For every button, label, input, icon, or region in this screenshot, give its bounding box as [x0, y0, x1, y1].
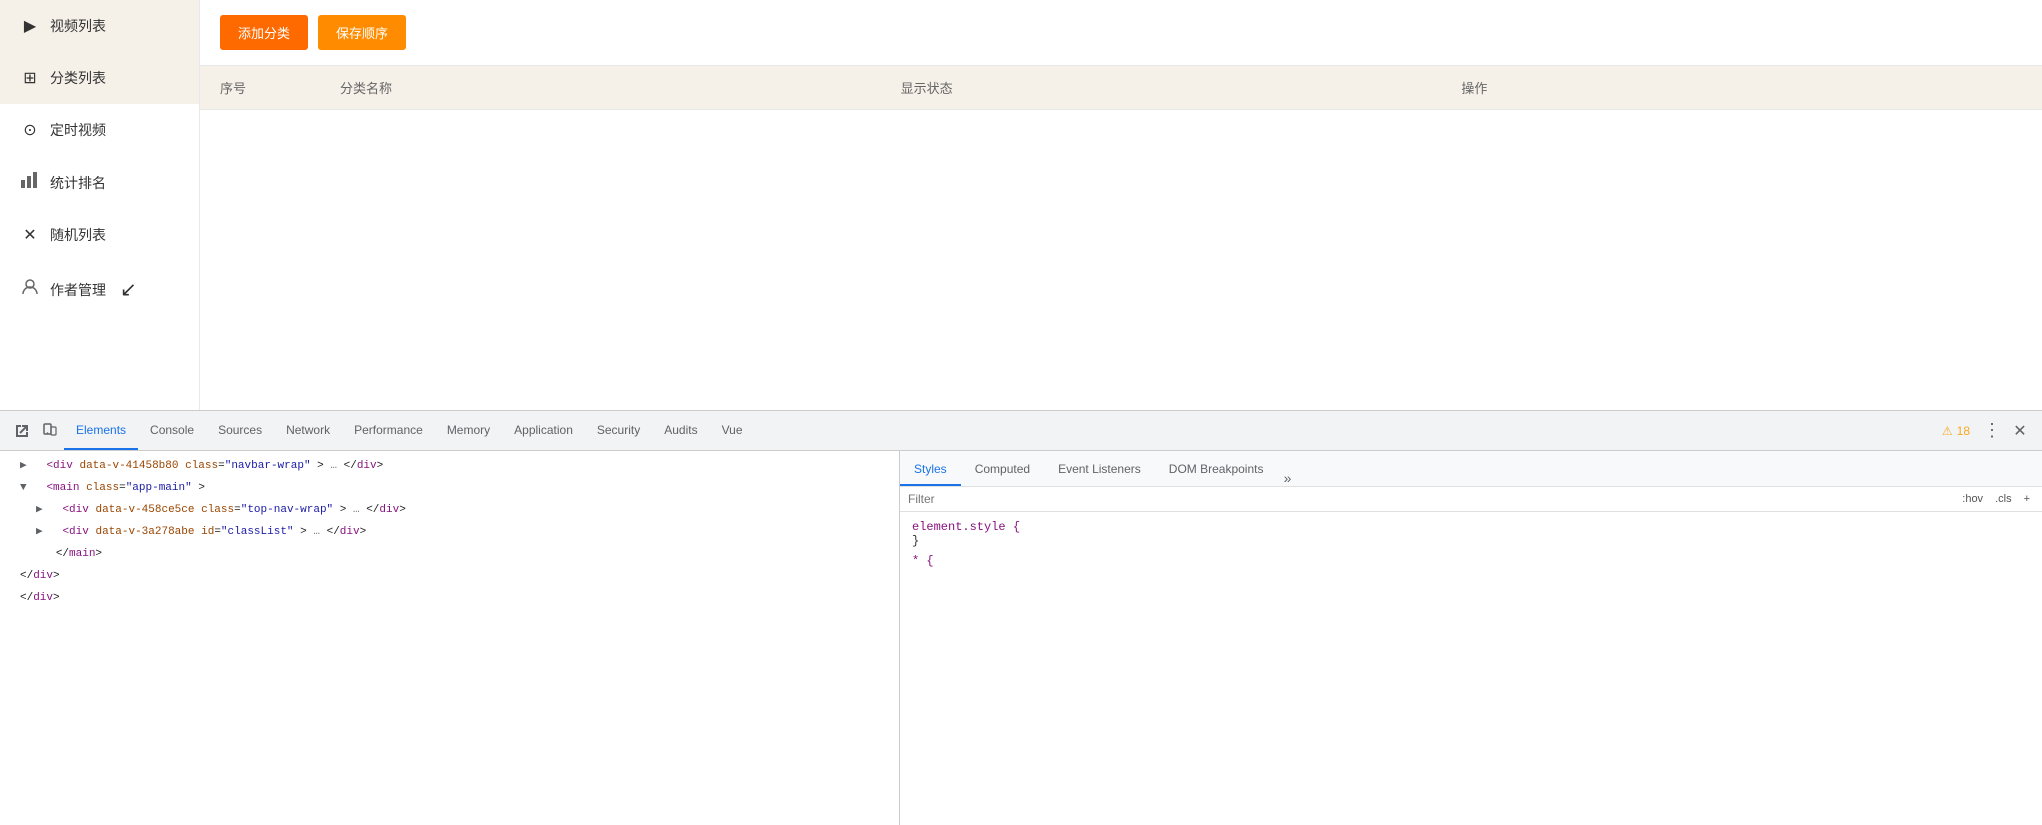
add-style-button[interactable]: +	[2020, 491, 2034, 507]
sidebar-item-author-manage[interactable]: 作者管理 ↙	[0, 261, 199, 318]
author-manage-icon	[20, 278, 40, 301]
sidebar-item-stats-ranking[interactable]: 统计排名	[0, 156, 199, 209]
video-list-icon: ▶	[20, 16, 40, 36]
sidebar: ▶ 视频列表 ⊞ 分类列表 ⊙ 定时视频 统计排名 ✕ 随机列表	[0, 0, 200, 410]
sidebar-item-label: 作者管理	[50, 280, 106, 300]
hov-button[interactable]: :hov	[1958, 491, 1987, 507]
col-header-status: 显示状态	[901, 78, 1462, 97]
styles-tab-dom-breakpoints[interactable]: DOM Breakpoints	[1155, 454, 1278, 486]
col-header-name: 分类名称	[340, 78, 901, 97]
style-rule-element: element.style { }	[912, 520, 2030, 548]
styles-content: element.style { } * {	[900, 512, 2042, 582]
tab-elements[interactable]: Elements	[64, 411, 138, 450]
random-list-icon: ✕	[20, 225, 40, 245]
devtools-panel: Elements Console Sources Network Perform…	[0, 410, 2042, 825]
styles-panel-expand-button[interactable]: »	[1277, 470, 1297, 486]
sidebar-item-category-list[interactable]: ⊞ 分类列表	[0, 52, 199, 104]
col-header-serial: 序号	[220, 78, 340, 97]
styles-panel: Styles Computed Event Listeners DOM Brea…	[900, 451, 2042, 825]
cls-button[interactable]: .cls	[1991, 491, 2016, 507]
html-line[interactable]: </div>	[0, 587, 899, 609]
main-content: 添加分类 保存顺序 序号 分类名称 显示状态 操作	[200, 0, 2042, 410]
sidebar-item-random-list[interactable]: ✕ 随机列表	[0, 209, 199, 261]
tab-vue[interactable]: Vue	[710, 411, 755, 450]
tab-security[interactable]: Security	[585, 411, 652, 450]
html-line[interactable]: </main>	[0, 543, 899, 565]
styles-tab-styles[interactable]: Styles	[900, 454, 961, 486]
tab-performance[interactable]: Performance	[342, 411, 435, 450]
tab-memory[interactable]: Memory	[435, 411, 502, 450]
html-line[interactable]: ▶ <div data-v-458ce5ce class="top-nav-wr…	[0, 499, 899, 521]
devtools-inspect-button[interactable]	[8, 417, 36, 445]
tab-audits[interactable]: Audits	[652, 411, 709, 450]
tab-console[interactable]: Console	[138, 411, 206, 450]
col-header-action: 操作	[1461, 78, 2022, 97]
cursor: ↙	[120, 277, 137, 302]
html-line[interactable]: ▼ <main class="app-main" >	[0, 477, 899, 499]
devtools-tabs-bar: Elements Console Sources Network Perform…	[0, 411, 2042, 451]
devtools-device-button[interactable]	[36, 417, 64, 445]
toolbar: 添加分类 保存顺序	[200, 0, 2042, 66]
sidebar-item-label: 分类列表	[50, 68, 106, 88]
warning-badge: ⚠ 18	[1942, 424, 1970, 438]
html-line[interactable]: </div>	[0, 565, 899, 587]
html-line[interactable]: ▶ <div data-v-41458b80 class="navbar-wra…	[0, 455, 899, 477]
styles-tab-event-listeners[interactable]: Event Listeners	[1044, 454, 1155, 486]
devtools-more-button[interactable]: ⋮	[1978, 417, 2006, 445]
tab-application[interactable]: Application	[502, 411, 585, 450]
devtools-close-button[interactable]: ✕	[2006, 417, 2034, 445]
stats-ranking-icon	[20, 172, 40, 193]
styles-filter-bar: :hov .cls +	[900, 487, 2042, 512]
tab-network[interactable]: Network	[274, 411, 342, 450]
styles-tab-computed[interactable]: Computed	[961, 454, 1044, 486]
sidebar-item-label: 统计排名	[50, 173, 106, 193]
warning-icon: ⚠	[1942, 424, 1953, 438]
add-category-button[interactable]: 添加分类	[220, 15, 308, 50]
save-order-button[interactable]: 保存顺序	[318, 15, 406, 50]
category-list-icon: ⊞	[20, 68, 40, 88]
html-line[interactable]: ▶ <div data-v-3a278abe id="classList" > …	[0, 521, 899, 543]
tab-sources[interactable]: Sources	[206, 411, 274, 450]
devtools-body: ▶ <div data-v-41458b80 class="navbar-wra…	[0, 451, 2042, 825]
scheduled-video-icon: ⊙	[20, 120, 40, 140]
elements-panel[interactable]: ▶ <div data-v-41458b80 class="navbar-wra…	[0, 451, 900, 825]
styles-tabs-bar: Styles Computed Event Listeners DOM Brea…	[900, 451, 2042, 487]
sidebar-item-video-list[interactable]: ▶ 视频列表	[0, 0, 199, 52]
sidebar-item-label: 视频列表	[50, 16, 106, 36]
sidebar-item-label: 定时视频	[50, 120, 106, 140]
table-header: 序号 分类名称 显示状态 操作	[200, 66, 2042, 110]
sidebar-item-scheduled-video[interactable]: ⊙ 定时视频	[0, 104, 199, 156]
styles-filter-input[interactable]	[908, 492, 1954, 506]
sidebar-item-label: 随机列表	[50, 225, 106, 245]
warning-count: 18	[1957, 424, 1970, 438]
style-rule-universal: * {	[912, 554, 2030, 568]
